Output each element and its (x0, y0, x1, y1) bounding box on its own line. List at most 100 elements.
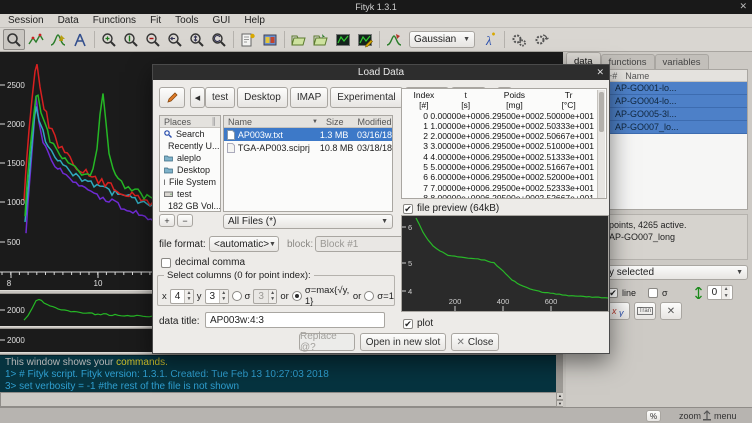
zoom-vertical-button[interactable] (120, 29, 142, 50)
location-edit-button[interactable] (159, 87, 185, 108)
file-preview-option[interactable]: ✔ file preview (64kB) (403, 203, 499, 214)
chevron-down-icon: ▼ (463, 36, 470, 43)
file-row[interactable]: TGA-AP003.sciprj 10.8 MB 03/18/18 (224, 141, 392, 154)
file-preview-checkbox[interactable]: ✔ (403, 204, 413, 214)
coord-format-button[interactable]: % (646, 410, 661, 422)
menu-fit[interactable]: Fit (150, 15, 161, 26)
chevron-down-icon: ▼ (269, 241, 276, 248)
sigma-column-radio[interactable] (232, 291, 242, 301)
zoom-previous-button[interactable] (208, 29, 230, 50)
command-input[interactable] (0, 392, 556, 407)
sigma-checkbox[interactable] (648, 288, 658, 298)
command-window[interactable]: This window shows your commands. 1> # Fi… (0, 355, 556, 392)
breadcrumb-back-button[interactable]: ◀ (190, 87, 205, 108)
chevron-down-icon: ▼ (736, 269, 743, 276)
place-test[interactable]: test (160, 188, 220, 200)
function-type-combo[interactable]: Gaussian ▼ (409, 31, 475, 48)
fit-undo-button[interactable] (530, 29, 552, 50)
tab-variables[interactable]: variables (655, 54, 709, 69)
menu-data[interactable]: Data (58, 15, 79, 26)
menu-gui[interactable]: GUI (213, 15, 231, 26)
open-in-new-slot-button[interactable]: Open in new slot (360, 333, 446, 351)
toolbar-separator (379, 31, 380, 48)
xy-ranges-button[interactable]: xy (608, 302, 630, 320)
dialog-close-icon[interactable]: ✕ (596, 67, 604, 78)
scrollbar-thumb[interactable] (599, 92, 604, 132)
decimal-comma-checkbox[interactable] (161, 258, 171, 268)
dialog-title-bar[interactable]: Load Data ✕ (153, 65, 609, 80)
range-mode-button[interactable] (25, 29, 47, 50)
svg-text:1000: 1000 (7, 198, 25, 207)
file-filter-combo[interactable]: All Files (*) ▼ (223, 214, 393, 229)
place-search[interactable]: Search (160, 128, 220, 140)
file-col-size[interactable]: Size (326, 117, 344, 127)
svg-text:4: 4 (408, 287, 412, 296)
y-column-spinner[interactable]: 3▲▼ (205, 289, 229, 304)
peak-mode-button[interactable] (47, 29, 69, 50)
breadcrumb-imap[interactable]: IMAP (290, 87, 328, 108)
settings-page-button[interactable] (237, 29, 259, 50)
file-col-modified[interactable]: Modified (357, 117, 391, 127)
cmd-line-3: 3> set verbosity = -1 #the rest of the f… (5, 381, 551, 392)
spin-down-icon[interactable]: ▼ (185, 296, 192, 303)
spin-down-icon[interactable]: ▼ (722, 293, 730, 300)
open-folder-icon (291, 32, 308, 48)
plot-checkbox[interactable]: ✔ (403, 319, 413, 329)
zoom-mode-button[interactable] (3, 29, 25, 50)
fit-run-button[interactable] (508, 29, 530, 50)
place-volume[interactable]: 182 GB Vol... (160, 200, 220, 212)
point-size-spinner[interactable]: 0 ▲▼ (707, 285, 733, 300)
place-filesystem[interactable]: File System (160, 176, 220, 188)
plot-preview-option[interactable]: ✔ plot (403, 318, 433, 329)
close-button[interactable]: ✕ Close (451, 333, 499, 351)
sigma-one-radio[interactable] (364, 291, 374, 301)
preview-plot[interactable]: 6 5 4 200 400 600 (401, 215, 609, 312)
menu-tools[interactable]: Tools (175, 15, 198, 26)
menu-functions[interactable]: Functions (93, 15, 136, 26)
style-button[interactable] (259, 29, 281, 50)
preview-table[interactable]: Index t Poids Tr [#] [s] [mg] [°C] 00.00… (404, 90, 596, 198)
zoom-left-button[interactable] (164, 29, 186, 50)
spin-down-icon[interactable]: ▼ (220, 296, 227, 303)
svg-text:2500: 2500 (7, 81, 25, 90)
x-column-spinner[interactable]: 4▲▼ (170, 289, 194, 304)
place-desktop[interactable]: Desktop (160, 164, 220, 176)
breadcrumb-desktop[interactable]: Desktop (237, 87, 288, 108)
dataset-col-name[interactable]: Name (617, 71, 649, 81)
add-function-button[interactable]: λ (479, 29, 501, 50)
data-title-input[interactable]: AP003w:4:3 (205, 312, 385, 328)
file-row-selected[interactable]: AP003w.txt 1.3 MB 03/16/18 (224, 128, 392, 141)
remove-place-button[interactable]: − (177, 214, 193, 227)
block-label: block: (287, 239, 313, 250)
add-place-button[interactable]: + (159, 214, 175, 227)
file-format-combo[interactable]: <automatic> ▼ (209, 236, 279, 252)
zoom-updown-button[interactable] (186, 29, 208, 50)
preview-plot-ticks (402, 227, 551, 311)
delete-dataset-button[interactable]: ✕ (660, 302, 682, 320)
breadcrumb-test[interactable]: test (205, 87, 235, 108)
preview-table-pane: Index t Poids Tr [#] [s] [mg] [°C] 00.00… (401, 88, 607, 199)
zoom-all-button[interactable] (98, 29, 120, 50)
script-folder-icon (313, 32, 330, 48)
place-home[interactable]: aleplo (160, 152, 220, 164)
gears-icon (511, 32, 528, 48)
breadcrumb-experimental[interactable]: Experimental (330, 87, 402, 108)
toolbar-separator (233, 31, 234, 48)
dataset-mode-button[interactable] (69, 29, 91, 50)
sigma-sqrt-radio[interactable] (292, 291, 302, 301)
open-file-button[interactable] (288, 29, 310, 50)
menu-session[interactable]: Session (8, 15, 44, 26)
zoom-out-button[interactable] (142, 29, 164, 50)
menu-help[interactable]: Help (244, 15, 265, 26)
auto-add-peak-button[interactable] (383, 29, 405, 50)
export-image-button[interactable] (354, 29, 376, 50)
file-col-name[interactable]: Name (228, 117, 252, 127)
transform-button[interactable]: Tran (634, 302, 656, 320)
snapshot-button[interactable] (332, 29, 354, 50)
place-recent[interactable]: Recently U... (160, 140, 220, 152)
exec-script-button[interactable] (310, 29, 332, 50)
decimal-comma-option[interactable]: decimal comma (161, 257, 245, 268)
preview-table-scrollbar[interactable] (597, 90, 605, 198)
or-label: or (280, 291, 288, 302)
window-close-icon[interactable]: ✕ (739, 1, 747, 12)
